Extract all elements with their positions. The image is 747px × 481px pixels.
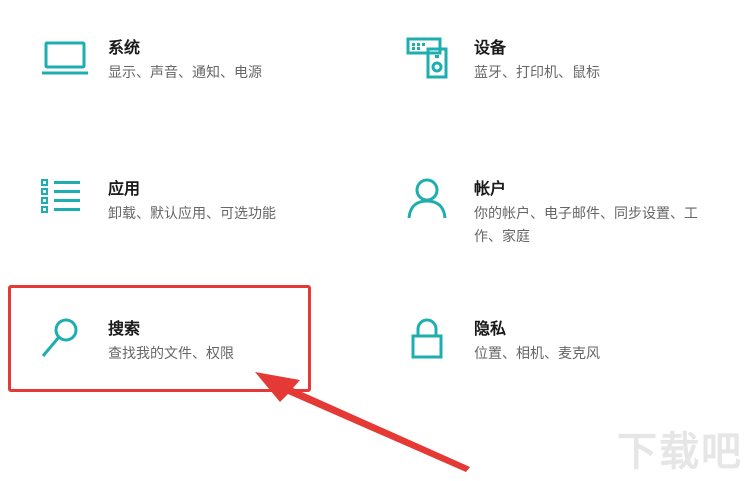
app-list-icon xyxy=(40,178,94,232)
tile-description: 位置、相机、麦克风 xyxy=(474,346,600,362)
watermark-logo: 下载吧 xyxy=(617,429,743,475)
tile-description: 显示、声音、通知、电源 xyxy=(108,65,262,81)
laptop-icon xyxy=(40,37,94,91)
lock-icon xyxy=(406,318,460,372)
tile-description: 你的帐户、电子邮件、同步设置、工作、家庭 xyxy=(474,206,698,245)
tile-title: 隐私 xyxy=(474,319,507,338)
tile-description: 卸载、默认应用、可选功能 xyxy=(108,206,276,222)
tile-title: 系统 xyxy=(108,38,141,57)
tile-title: 设备 xyxy=(474,38,507,57)
tile-title: 应用 xyxy=(108,179,141,198)
devices-icon xyxy=(406,37,460,91)
highlight-box xyxy=(8,285,311,392)
tile-title: 帐户 xyxy=(474,179,507,198)
tile-description: 蓝牙、打印机、鼠标 xyxy=(474,65,600,81)
person-icon xyxy=(406,178,460,232)
